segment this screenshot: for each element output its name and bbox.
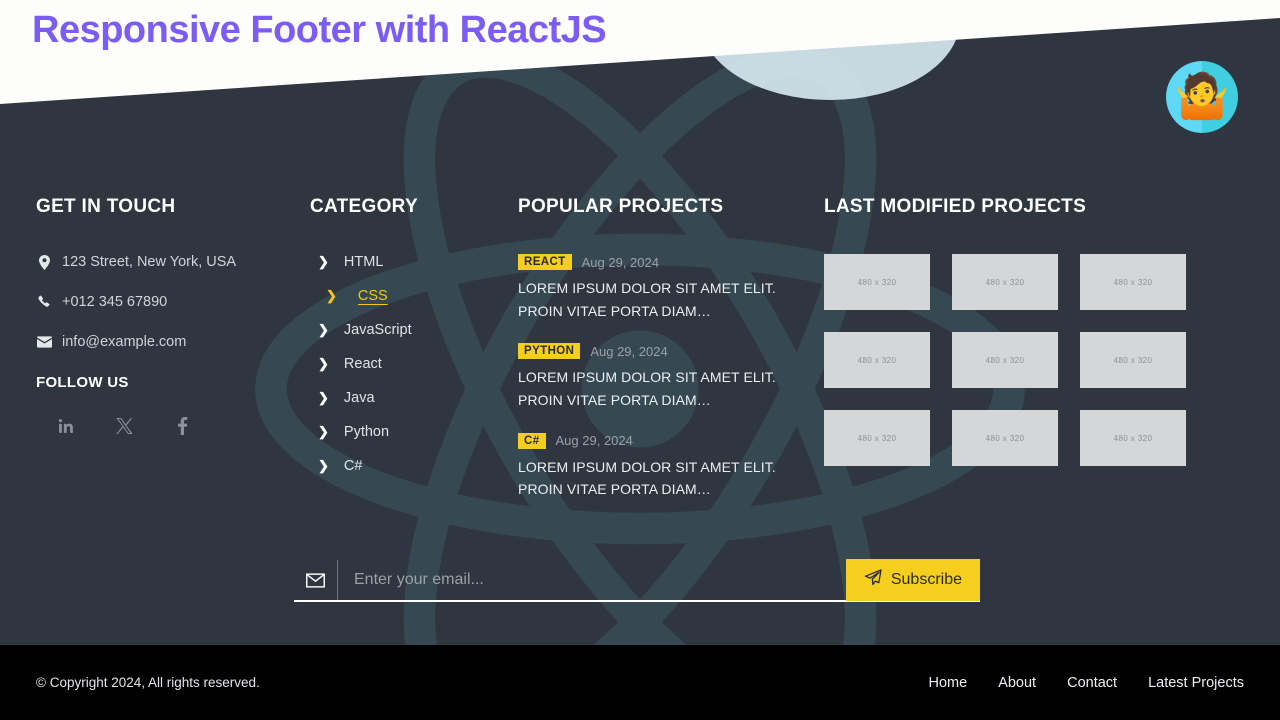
bottom-nav-latest-projects[interactable]: Latest Projects <box>1148 675 1244 691</box>
follow-us-heading: FOLLOW US <box>36 374 129 391</box>
popular-project-item[interactable]: REACT Aug 29, 2024 LOREM IPSUM DOLOR SIT… <box>518 254 810 322</box>
status-badge: C# <box>518 432 546 449</box>
column-get-in-touch: GET IN TOUCH 123 Street, New York, USA +… <box>0 196 310 522</box>
column-last-modified-projects: LAST MODIFIED PROJECTS 480 x 320 480 x 3… <box>824 196 1244 522</box>
bottom-bar: © Copyright 2024, All rights reserved. H… <box>0 645 1280 720</box>
envelope-icon <box>36 336 53 348</box>
contact-phone-text: +012 345 67890 <box>62 294 168 310</box>
category-item-label: Python <box>343 424 390 440</box>
popular-project-title: LOREM IPSUM DOLOR SIT AMET ELIT. PROIN V… <box>518 456 810 501</box>
thumbnail[interactable]: 480 x 320 <box>1080 332 1186 388</box>
status-badge: PYTHON <box>518 343 581 360</box>
popular-projects-heading: POPULAR PROJECTS <box>518 196 724 217</box>
category-item-csharp[interactable]: ❯ C# <box>310 458 504 474</box>
thumbnail[interactable]: 480 x 320 <box>1080 254 1186 310</box>
thumbnail[interactable]: 480 x 320 <box>824 254 930 310</box>
popular-project-date: Aug 29, 2024 <box>555 433 633 449</box>
chevron-right-icon: ❯ <box>318 254 329 269</box>
column-category: CATEGORY ❯ HTML ❯ CSS ❯ JavaScript ❯ Rea… <box>310 196 518 522</box>
email-field[interactable] <box>338 560 846 600</box>
page-title: Responsive Footer with ReactJS <box>32 9 607 51</box>
thumbnail[interactable]: 480 x 320 <box>952 410 1058 466</box>
category-item-react[interactable]: ❯ React <box>310 356 504 372</box>
popular-project-title-line1: LOREM IPSUM DOLOR SIT AMET ELIT. <box>518 458 776 475</box>
category-item-python[interactable]: ❯ Python <box>310 424 504 440</box>
category-item-label: React <box>343 356 382 372</box>
contact-address-text: 123 Street, New York, USA <box>62 254 237 270</box>
popular-project-date: Aug 29, 2024 <box>590 343 668 359</box>
last-modified-heading: LAST MODIFIED PROJECTS <box>824 196 1087 217</box>
thumbnail[interactable]: 480 x 320 <box>952 332 1058 388</box>
popular-project-item[interactable]: C# Aug 29, 2024 LOREM IPSUM DOLOR SIT AM… <box>518 432 810 501</box>
popular-project-meta: PYTHON Aug 29, 2024 <box>518 343 810 360</box>
footer-main: Responsive Footer with ReactJS 🤷 GET IN … <box>0 0 1280 645</box>
thumbnail[interactable]: 480 x 320 <box>824 410 930 466</box>
bottom-nav-home[interactable]: Home <box>929 675 968 691</box>
contact-address: 123 Street, New York, USA <box>36 254 296 270</box>
get-in-touch-heading: GET IN TOUCH <box>36 196 176 217</box>
x-twitter-icon[interactable] <box>114 415 134 437</box>
phone-icon <box>36 295 53 309</box>
thumbnail[interactable]: 480 x 320 <box>952 254 1058 310</box>
social-links <box>36 415 296 437</box>
category-item-label: HTML <box>343 254 384 270</box>
subscribe-form: Subscribe <box>294 559 980 602</box>
chevron-right-icon: ❯ <box>318 356 329 371</box>
popular-project-title: LOREM IPSUM DOLOR SIT AMET ELIT. PROIN V… <box>518 277 810 322</box>
bottom-nav-contact[interactable]: Contact <box>1067 675 1117 691</box>
popular-project-title-line2: PROIN VITAE PORTA DIAM… <box>518 302 711 319</box>
category-heading: CATEGORY <box>310 196 418 217</box>
contact-phone: +012 345 67890 <box>36 294 296 310</box>
chevron-right-icon: ❯ <box>318 458 329 473</box>
chevron-right-icon: ❯ <box>318 390 329 405</box>
chevron-right-icon: ❯ <box>318 322 329 337</box>
popular-project-title-line2: PROIN VITAE PORTA DIAM… <box>518 481 711 498</box>
chevron-right-icon: ❯ <box>326 288 337 303</box>
person-shrugging-emoji-icon: 🤷 <box>1174 72 1230 121</box>
avatar: 🤷 <box>1166 61 1238 133</box>
popular-project-meta: REACT Aug 29, 2024 <box>518 254 810 270</box>
contact-email: info@example.com <box>36 334 296 350</box>
category-item-label: JavaScript <box>343 322 412 338</box>
popular-project-title-line2: PROIN VITAE PORTA DIAM… <box>518 392 711 409</box>
bottom-nav-about[interactable]: About <box>998 675 1036 691</box>
popular-project-title: LOREM IPSUM DOLOR SIT AMET ELIT. PROIN V… <box>518 366 810 411</box>
map-pin-icon <box>36 254 53 270</box>
status-badge: REACT <box>518 254 572 270</box>
paper-plane-icon <box>864 568 882 592</box>
popular-project-item[interactable]: PYTHON Aug 29, 2024 LOREM IPSUM DOLOR SI… <box>518 343 810 411</box>
thumbnail-grid: 480 x 320 480 x 320 480 x 320 480 x 320 … <box>824 254 1230 466</box>
popular-project-title-line1: LOREM IPSUM DOLOR SIT AMET ELIT. <box>518 369 776 386</box>
subscribe-button-label: Subscribe <box>890 571 962 588</box>
thumbnail[interactable]: 480 x 320 <box>1080 410 1186 466</box>
category-item-css[interactable]: ❯ CSS <box>310 288 504 304</box>
popular-project-meta: C# Aug 29, 2024 <box>518 432 810 449</box>
column-popular-projects: POPULAR PROJECTS REACT Aug 29, 2024 LORE… <box>518 196 824 522</box>
thumbnail[interactable]: 480 x 320 <box>824 332 930 388</box>
contact-email-text: info@example.com <box>62 334 187 350</box>
popular-project-title-line1: LOREM IPSUM DOLOR SIT AMET ELIT. <box>518 280 776 296</box>
envelope-icon <box>294 560 338 600</box>
category-item-label: CSS <box>357 288 388 304</box>
chevron-right-icon: ❯ <box>318 424 329 439</box>
bottom-nav: Home About Contact Latest Projects <box>929 675 1245 691</box>
category-item-html[interactable]: ❯ HTML <box>310 254 504 270</box>
footer-columns: GET IN TOUCH 123 Street, New York, USA +… <box>0 196 1280 522</box>
category-item-java[interactable]: ❯ Java <box>310 390 504 406</box>
subscribe-button[interactable]: Subscribe <box>845 559 980 601</box>
category-item-javascript[interactable]: ❯ JavaScript <box>310 322 504 338</box>
category-item-label: C# <box>343 458 363 474</box>
popular-project-date: Aug 29, 2024 <box>581 254 659 270</box>
copyright-text: © Copyright 2024, All rights reserved. <box>36 675 260 690</box>
facebook-icon[interactable] <box>172 415 192 437</box>
category-item-label: Java <box>343 390 375 406</box>
linkedin-icon[interactable] <box>56 415 76 437</box>
